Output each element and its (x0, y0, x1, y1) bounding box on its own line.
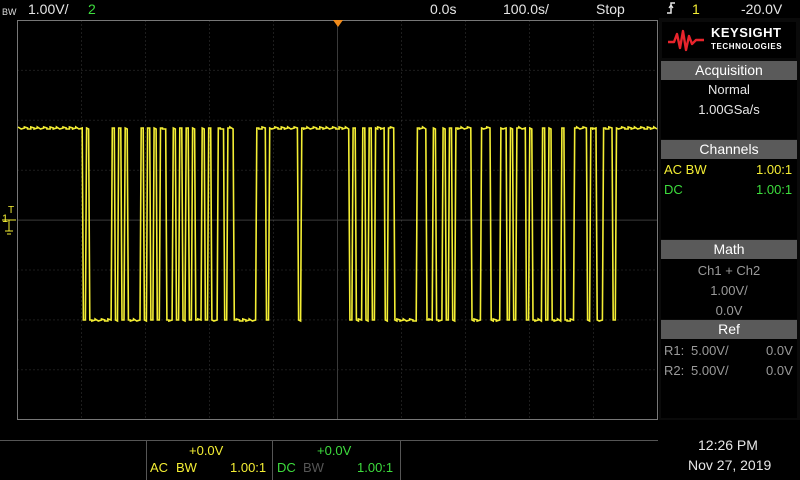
bw-limit-indicator: BW (2, 7, 17, 17)
time-scale[interactable]: 100.0s/ (503, 1, 549, 17)
status-bar: BW 1.00V/ 2 0.0s 100.0s/ Stop 1 -20.0V (0, 0, 800, 18)
ch1-bottom-probe: 1.00:1 (230, 460, 267, 475)
ch-box-separator (272, 441, 273, 480)
logo-technologies-text: TECHNOLOGIES (711, 42, 783, 51)
math-header[interactable]: Math (661, 240, 797, 259)
keysight-wave-icon (668, 29, 704, 52)
bottom-divider (0, 440, 658, 441)
ch1-probe: 1.00:1 (756, 162, 793, 177)
clock-date: Nov 27, 2019 (688, 457, 772, 473)
r1-label: R1: (664, 343, 685, 358)
math-expression: Ch1 + Ch2 (697, 263, 761, 278)
ch1-bottom-bw: BW (176, 460, 197, 475)
clock-time: 12:26 PM (698, 437, 758, 453)
acquisition-header[interactable]: Acquisition (661, 61, 797, 80)
r2-offset: 0.0V (766, 363, 793, 378)
acquisition-rate: 1.00GSa/s (698, 102, 760, 117)
ch1-bottom-coupling: AC (150, 460, 169, 475)
trigger-edge-icon (665, 1, 677, 18)
ch2-bottom-coupling: DC (277, 460, 296, 475)
ch1-box-left (146, 441, 147, 480)
ref-header[interactable]: Ref (661, 320, 797, 339)
logo-keysight-text: KEYSIGHT (711, 25, 782, 40)
ch2-indicator[interactable]: 2 (88, 1, 96, 17)
ch2-bottom-probe: 1.00:1 (357, 460, 394, 475)
ch1-offset[interactable]: +0.0V (189, 443, 223, 458)
channels-header[interactable]: Channels (661, 140, 797, 159)
ch1-coupling: AC BW (664, 162, 707, 177)
time-position[interactable]: 0.0s (430, 1, 456, 17)
math-offset: 0.0V (715, 303, 743, 318)
r1-offset: 0.0V (766, 343, 793, 358)
r2-scale: 5.00V/ (691, 363, 729, 378)
ch2-box-right (400, 441, 401, 480)
ch2-offset[interactable]: +0.0V (317, 443, 351, 458)
trigger-channel[interactable]: 1 (692, 1, 700, 17)
r2-label: R2: (664, 363, 685, 378)
ch1-scale[interactable]: 1.00V/ (28, 1, 68, 17)
trigger-level[interactable]: -20.0V (741, 1, 782, 17)
ch2-bottom-bw: BW (303, 460, 324, 475)
trigger-level-marker: T (8, 205, 14, 216)
run-state[interactable]: Stop (596, 1, 625, 17)
math-scale: 1.00V/ (710, 283, 748, 298)
trigger-position-marker (333, 20, 343, 27)
ch2-coupling: DC (664, 182, 683, 197)
ch2-probe: 1.00:1 (756, 182, 793, 197)
acquisition-mode: Normal (708, 82, 750, 97)
r1-scale: 5.00V/ (691, 343, 729, 358)
